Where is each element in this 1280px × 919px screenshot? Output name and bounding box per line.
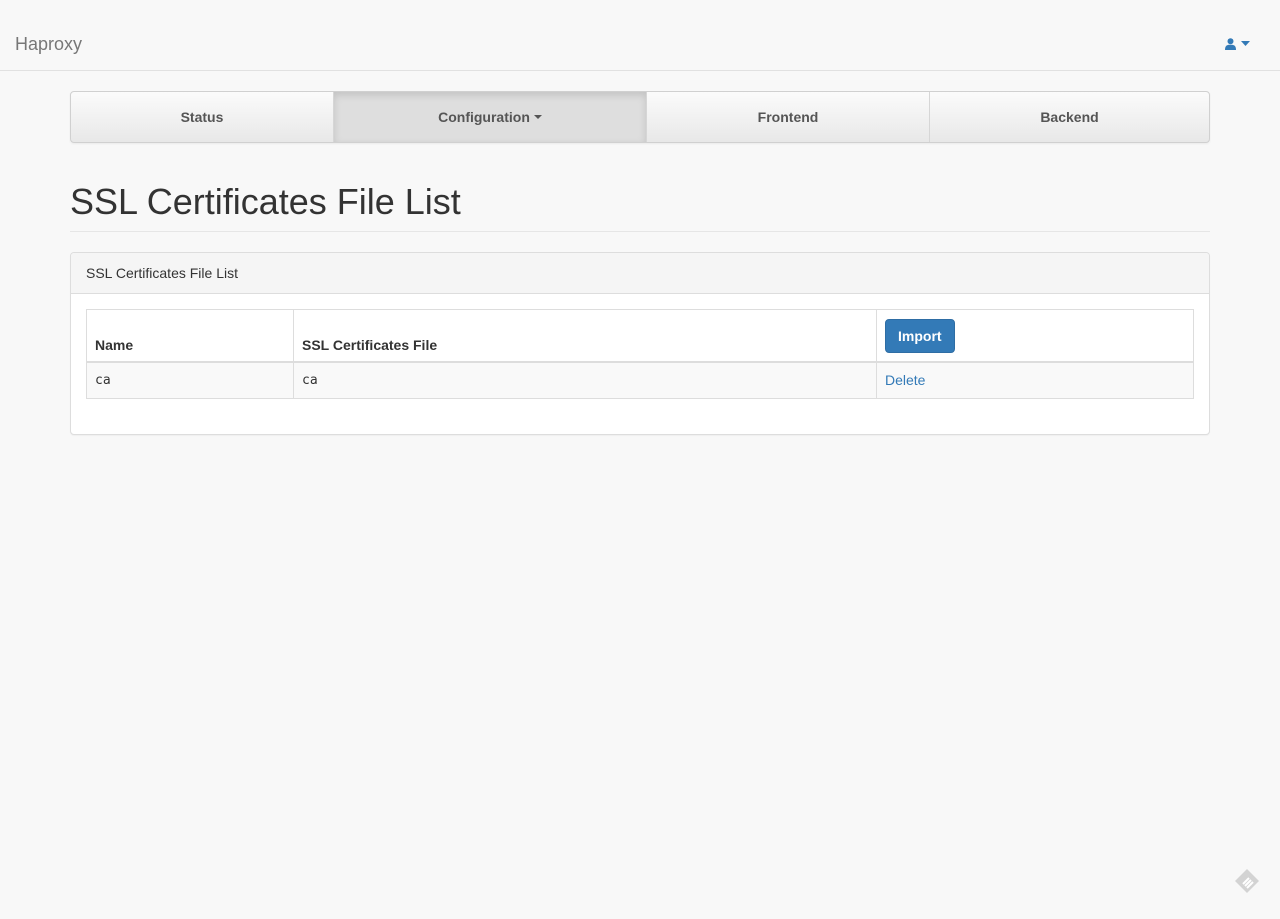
import-button[interactable]: Import [885,318,955,353]
tab-backend[interactable]: Backend [930,92,1209,142]
user-menu-dropdown[interactable] [1225,38,1250,50]
tab-backend-label: Backend [1040,109,1099,125]
caret-down-icon [1241,41,1250,47]
panel-body: Name SSL Certificates File Import ca ca … [71,294,1209,414]
tab-configuration-label: Configuration [438,109,530,125]
navbar-brand[interactable]: Haproxy [15,34,82,55]
tab-status[interactable]: Status [71,92,334,142]
column-header-ssl-file: SSL Certificates File [293,309,877,363]
column-header-name: Name [86,309,294,363]
panel-heading: SSL Certificates File List [71,253,1209,294]
cell-actions: Delete [876,361,1194,399]
column-header-actions: Import [876,309,1194,363]
cell-ssl-file: ca [293,361,877,399]
tab-configuration[interactable]: Configuration [334,92,647,142]
main-nav-tabs: Status Configuration Frontend Backend [70,91,1210,143]
delete-link[interactable]: Delete [885,372,925,388]
tab-status-label: Status [180,109,224,125]
cell-name: ca [86,361,294,399]
tab-frontend-label: Frontend [757,109,819,125]
caret-down-icon [533,115,542,119]
page-title: SSL Certificates File List [70,181,461,222]
navbar: Haproxy [0,0,1280,71]
feedback-icon[interactable] [1234,868,1260,899]
table-row: ca ca Delete [86,361,1194,399]
tab-frontend[interactable]: Frontend [647,92,930,142]
table-header-row: Name SSL Certificates File Import [86,309,1194,363]
certificates-table: Name SSL Certificates File Import ca ca … [86,309,1194,399]
page-header: SSL Certificates File List [70,178,1210,232]
certificates-panel: SSL Certificates File List Name SSL Cert… [70,252,1210,435]
user-icon [1225,38,1236,50]
